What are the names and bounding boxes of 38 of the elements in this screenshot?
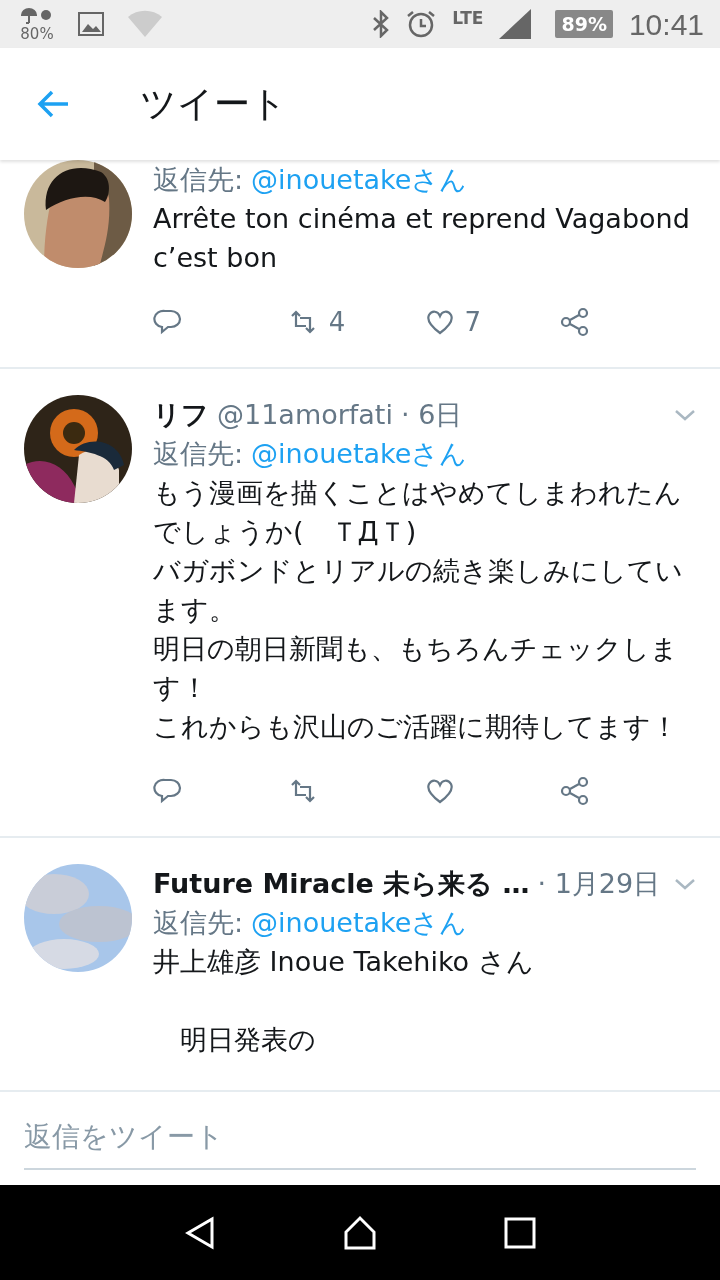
tweet-date: · 6日 — [400, 398, 463, 432]
reply-label: 返信先: — [153, 438, 244, 469]
signal-icon — [499, 9, 532, 39]
reply-label: 返信先: — [153, 907, 244, 938]
tweet-text: これからも沢山のご活躍に期待してます！ — [153, 710, 679, 744]
like-count: 7 — [464, 305, 482, 339]
tweet-date: · 1月29日 — [537, 867, 661, 901]
tweet-text: バガボンドとリアルの続き楽しみにしています。 — [153, 554, 684, 627]
image-icon — [78, 12, 104, 36]
reply-field[interactable]: 返信をツイート — [24, 1110, 696, 1170]
network-label: LTE — [452, 7, 484, 30]
home-icon[interactable] — [342, 1213, 378, 1252]
user-handle: @11amorfati — [217, 398, 393, 432]
clock: 10:41 — [628, 6, 704, 43]
back-arrow-icon[interactable] — [36, 89, 70, 119]
reply-label: 返信先: — [153, 164, 244, 195]
weather-icon — [20, 6, 54, 27]
tweet-text: Arrête ton cinéma et reprend Vagabond c’est bon — [153, 202, 691, 275]
reply-icon[interactable] — [153, 776, 183, 806]
mention-link[interactable]: @inouetakeさん — [251, 438, 468, 469]
wifi-icon — [128, 9, 164, 39]
share-icon[interactable] — [560, 307, 591, 337]
retweet-count: 4 — [328, 305, 346, 339]
tweet-text: 明日発表の — [179, 1023, 317, 1057]
alarm-icon — [406, 9, 437, 39]
weather-reading: 80% — [20, 26, 54, 42]
battery-indicator: 89% — [555, 10, 613, 38]
reply-icon[interactable] — [153, 307, 183, 337]
mention-link[interactable]: @inouetakeさん — [251, 164, 468, 195]
bluetooth-icon — [372, 10, 391, 38]
user-name: リフ — [153, 398, 209, 432]
user-name: Future Miracle 未ら来る … — [153, 867, 530, 901]
tweet-text: 井上雄彦 Inoue Takehiko さん — [153, 945, 535, 979]
share-icon[interactable] — [560, 776, 591, 806]
page-title: ツイート — [140, 82, 287, 126]
mention-link[interactable]: @inouetakeさん — [251, 907, 468, 938]
tweet-text: 明日の朝日新聞も、もちろんチェックします！ — [153, 632, 679, 705]
tweet-text: もう漫画を描くことはやめてしまわれたんでしょうか( ＴДＴ) — [153, 476, 683, 549]
